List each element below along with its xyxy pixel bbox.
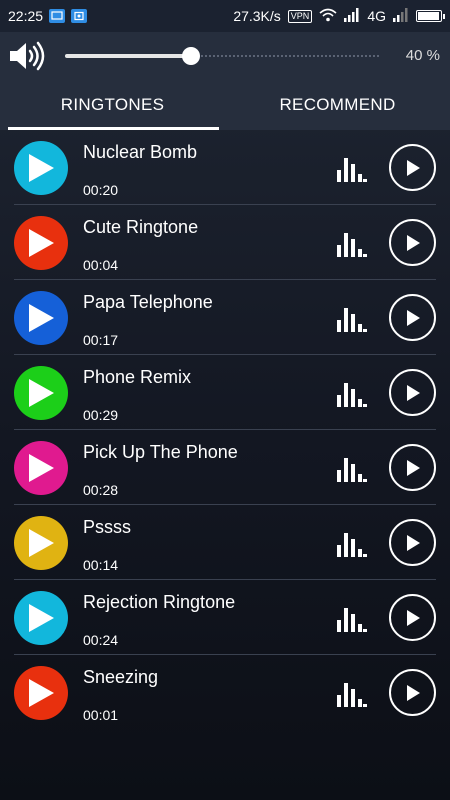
- ringtone-duration: 00:28: [83, 482, 119, 498]
- play-circle-icon: [406, 534, 420, 551]
- status-bar: 22:25 27.3K/s VPN 4G: [0, 0, 450, 32]
- signal-icon-2: [393, 7, 409, 25]
- play-triangle-icon[interactable]: [14, 591, 68, 645]
- play-triangle-icon[interactable]: [14, 141, 68, 195]
- ringtone-title: Sneezing: [83, 667, 159, 687]
- play-button[interactable]: [389, 444, 436, 491]
- network-type: 4G: [367, 8, 386, 24]
- volume-value: 40 %: [405, 47, 440, 64]
- volume-slider-fill: [65, 54, 191, 58]
- ringtone-title: Nuclear Bomb: [83, 142, 198, 162]
- ringtone-duration: 00:01: [83, 707, 119, 723]
- battery-icon: [416, 10, 445, 22]
- ringtone-title: Cute Ringtone: [83, 217, 199, 237]
- play-button[interactable]: [389, 669, 436, 716]
- equalizer-icon: [337, 381, 367, 412]
- play-circle-icon: [406, 309, 420, 326]
- volume-slider-thumb[interactable]: [182, 47, 200, 65]
- play-circle-icon: [406, 684, 420, 701]
- battery-fill: [418, 12, 439, 20]
- tab-ringtones-label: RINGTONES: [60, 95, 165, 114]
- play-button[interactable]: [389, 144, 436, 191]
- vpn-badge: VPN: [287, 9, 313, 23]
- ringtone-title: Pssss: [83, 517, 132, 537]
- tab-bar: RINGTONES RECOMMEND: [0, 80, 450, 130]
- status-time: 22:25: [8, 8, 44, 24]
- equalizer-icon: [337, 231, 367, 262]
- list-item[interactable]: Sneezing 00:01: [0, 655, 450, 730]
- ringtone-duration: 00:20: [83, 182, 119, 198]
- play-circle-icon: [406, 459, 420, 476]
- ringtone-duration: 00:24: [83, 632, 119, 648]
- ringtone-duration: 00:14: [83, 557, 119, 573]
- ringtone-duration: 00:04: [83, 257, 119, 273]
- play-button[interactable]: [389, 519, 436, 566]
- screenshot-icon: [71, 9, 88, 23]
- equalizer-icon: [337, 456, 367, 487]
- list-item[interactable]: Rejection Ringtone 00:24: [0, 580, 450, 655]
- list-item[interactable]: Cute Ringtone 00:04: [0, 205, 450, 280]
- tab-recommend[interactable]: RECOMMEND: [225, 80, 450, 130]
- ringtone-duration: 00:17: [83, 332, 119, 348]
- list-item[interactable]: Nuclear Bomb 00:20: [0, 130, 450, 205]
- equalizer-icon: [337, 606, 367, 637]
- play-triangle-icon[interactable]: [14, 441, 68, 495]
- speaker-icon[interactable]: [8, 40, 46, 77]
- list-item[interactable]: Pick Up The Phone 00:28: [0, 430, 450, 505]
- tab-ringtones[interactable]: RINGTONES: [0, 80, 225, 130]
- play-circle-icon: [406, 384, 420, 401]
- play-button[interactable]: [389, 594, 436, 641]
- equalizer-icon: [337, 681, 367, 712]
- play-triangle-icon[interactable]: [14, 366, 68, 420]
- play-circle-icon: [406, 234, 420, 251]
- equalizer-icon: [337, 531, 367, 562]
- play-triangle-icon[interactable]: [14, 516, 68, 570]
- play-triangle-icon[interactable]: [14, 216, 68, 270]
- tab-recommend-label: RECOMMEND: [279, 95, 396, 114]
- equalizer-icon: [337, 306, 367, 337]
- play-button[interactable]: [389, 294, 436, 341]
- play-triangle-icon[interactable]: [14, 291, 68, 345]
- ringtone-duration: 00:29: [83, 407, 119, 423]
- play-circle-icon: [406, 609, 420, 626]
- list-item[interactable]: Papa Telephone 00:17: [0, 280, 450, 355]
- ringtone-title: Pick Up The Phone: [83, 442, 238, 462]
- play-button[interactable]: [389, 369, 436, 416]
- screencast-icon: [49, 9, 66, 23]
- wifi-icon: [319, 8, 337, 25]
- play-triangle-icon[interactable]: [14, 666, 68, 720]
- network-speed: 27.3K/s: [233, 8, 281, 24]
- ringtone-title: Phone Remix: [83, 367, 192, 387]
- play-circle-icon: [406, 159, 420, 176]
- signal-icon: [344, 7, 360, 25]
- list-item[interactable]: Phone Remix 00:29: [0, 355, 450, 430]
- ringtone-title: Papa Telephone: [83, 292, 213, 312]
- ringtone-title: Rejection Ringtone: [83, 592, 236, 612]
- play-button[interactable]: [389, 219, 436, 266]
- list-item[interactable]: Pssss 00:14: [0, 505, 450, 580]
- equalizer-icon: [337, 156, 367, 187]
- ringtone-list: Nuclear Bomb 00:20 Cute Ringtone 00:04 P…: [0, 130, 450, 730]
- volume-bar: 40 %: [0, 32, 450, 80]
- volume-slider[interactable]: [65, 47, 380, 65]
